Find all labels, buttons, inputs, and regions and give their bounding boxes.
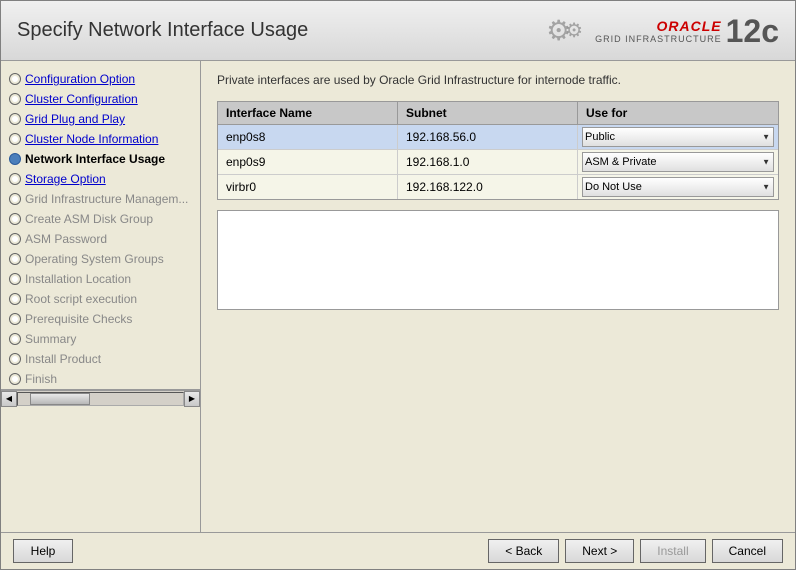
scrollbar-thumb[interactable] [30,393,90,405]
page-title: Specify Network Interface Usage [17,19,308,42]
cell-subnet-1: 192.168.1.0 [398,150,578,174]
back-button[interactable]: < Back [488,539,559,563]
sidebar-item-label-asm-password: ASM Password [25,232,107,246]
sidebar-item-installation-location: Installation Location [1,269,200,289]
dropdown-wrapper-0: PublicPrivateASM & PrivateDo Not Use [582,127,774,147]
footer: Help < Back Next > Install Cancel [1,532,795,569]
main-area: Configuration Option Cluster Configuratio… [1,61,795,532]
bottom-text-area [217,210,779,310]
sidebar-item-label-grid-infrastructure-management: Grid Infrastructure Managem... [25,192,188,206]
sidebar-item-grid-plug-and-play[interactable]: Grid Plug and Play [1,109,200,129]
oracle-text: ORACLE GRID INFRASTRUCTURE [595,18,722,44]
sidebar-item-label-grid-plug-and-play: Grid Plug and Play [25,112,125,126]
oracle-logo: ⚙ ⚙ ORACLE GRID INFRASTRUCTURE 12c [546,14,779,47]
sidebar-item-label-root-script-execution: Root script execution [25,292,137,306]
sidebar-item-label-cluster-node-information: Cluster Node Information [25,132,158,146]
table-row-1[interactable]: enp0s9192.168.1.0PublicPrivateASM & Priv… [218,150,778,175]
sidebar-item-install-product: Install Product [1,349,200,369]
cell-subnet-0: 192.168.56.0 [398,125,578,149]
sidebar-item-label-prerequisite-checks: Prerequisite Checks [25,312,132,326]
sidebar-item-label-create-asm-disk-group: Create ASM Disk Group [25,212,153,226]
table-header: Interface Name Subnet Use for [218,102,778,125]
table-row-0[interactable]: enp0s8192.168.56.0PublicPrivateASM & Pri… [218,125,778,150]
content-area: Private interfaces are used by Oracle Gr… [201,61,795,532]
help-button[interactable]: Help [13,539,73,563]
sidebar-item-operating-system-groups: Operating System Groups [1,249,200,269]
oracle-version-label: 12c [726,15,779,47]
dropdown-wrapper-2: PublicPrivateASM & PrivateDo Not Use [582,177,774,197]
sidebar-item-label-summary: Summary [25,332,76,346]
use-for-select-2[interactable]: PublicPrivateASM & PrivateDo Not Use [582,177,774,197]
sidebar-item-label-installation-location: Installation Location [25,272,131,286]
scroll-left-arrow[interactable]: ◀ [1,391,17,407]
table-body: enp0s8192.168.56.0PublicPrivateASM & Pri… [218,125,778,199]
sidebar-item-storage-option[interactable]: Storage Option [1,169,200,189]
sidebar-item-cluster-node-information[interactable]: Cluster Node Information [1,129,200,149]
cell-usefor-0[interactable]: PublicPrivateASM & PrivateDo Not Use [578,125,778,149]
sidebar-item-cluster-configuration[interactable]: Cluster Configuration [1,89,200,109]
scroll-right-arrow[interactable]: ▶ [184,391,200,407]
sidebar-item-finish: Finish [1,369,200,389]
sidebar-item-create-asm-disk-group: Create ASM Disk Group [1,209,200,229]
cell-name-1: enp0s9 [218,150,398,174]
cell-name-0: enp0s8 [218,125,398,149]
sidebar-item-summary: Summary [1,329,200,349]
description-text: Private interfaces are used by Oracle Gr… [217,73,779,87]
sidebar-item-configuration-option[interactable]: Configuration Option [1,69,200,89]
sidebar-item-asm-password: ASM Password [1,229,200,249]
sidebar-item-label-configuration-option: Configuration Option [25,72,135,86]
sidebar-scrollbar-area: ◀ ▶ [1,389,200,406]
use-for-select-1[interactable]: PublicPrivateASM & PrivateDo Not Use [582,152,774,172]
sidebar: Configuration Option Cluster Configuratio… [1,61,201,532]
cell-name-2: virbr0 [218,175,398,199]
use-for-select-0[interactable]: PublicPrivateASM & PrivateDo Not Use [582,127,774,147]
gear-icon-small: ⚙ [565,18,583,43]
sidebar-item-label-network-interface-usage: Network Interface Usage [25,152,165,166]
scrollbar-track [17,392,184,406]
sidebar-item-grid-infrastructure-management: Grid Infrastructure Managem... [1,189,200,209]
sidebar-item-label-install-product: Install Product [25,352,101,366]
table-row-2[interactable]: virbr0192.168.122.0PublicPrivateASM & Pr… [218,175,778,199]
cell-usefor-2[interactable]: PublicPrivateASM & PrivateDo Not Use [578,175,778,199]
header-left: Specify Network Interface Usage [17,19,308,42]
next-button[interactable]: Next > [565,539,634,563]
col-header-interface: Interface Name [218,102,398,124]
col-header-subnet: Subnet [398,102,578,124]
sidebar-item-label-operating-system-groups: Operating System Groups [25,252,164,266]
cell-usefor-1[interactable]: PublicPrivateASM & PrivateDo Not Use [578,150,778,174]
footer-right: < Back Next > Install Cancel [488,539,783,563]
oracle-brand-label: ORACLE [656,18,721,34]
main-window: Specify Network Interface Usage ⚙ ⚙ ORAC… [0,0,796,570]
sidebar-item-label-storage-option: Storage Option [25,172,106,186]
sidebar-item-root-script-execution: Root script execution [1,289,200,309]
interface-table: Interface Name Subnet Use for enp0s8192.… [217,101,779,200]
oracle-sub-label: GRID INFRASTRUCTURE [595,34,722,44]
gear-icons: ⚙ ⚙ [546,14,583,47]
cell-subnet-2: 192.168.122.0 [398,175,578,199]
sidebar-item-prerequisite-checks: Prerequisite Checks [1,309,200,329]
install-button[interactable]: Install [640,539,705,563]
sidebar-item-network-interface-usage[interactable]: Network Interface Usage [1,149,200,169]
footer-left: Help [13,539,73,563]
sidebar-item-label-cluster-configuration: Cluster Configuration [25,92,138,106]
dropdown-wrapper-1: PublicPrivateASM & PrivateDo Not Use [582,152,774,172]
col-header-usefor: Use for [578,102,778,124]
cancel-button[interactable]: Cancel [712,539,783,563]
sidebar-item-label-finish: Finish [25,372,57,386]
header: Specify Network Interface Usage ⚙ ⚙ ORAC… [1,1,795,61]
